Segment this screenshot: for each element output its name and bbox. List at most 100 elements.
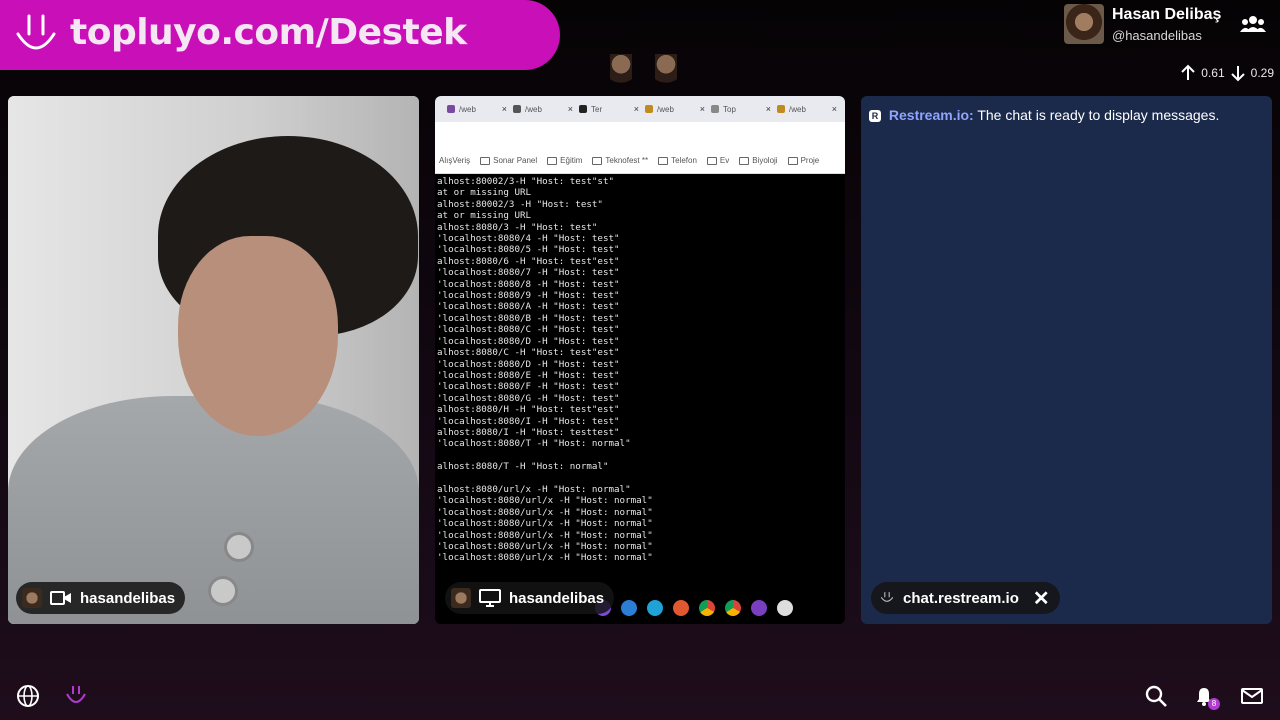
folder-icon <box>592 156 603 165</box>
camera-panel[interactable]: hasandelibas <box>8 96 419 624</box>
folder-icon <box>706 156 717 165</box>
terminal-line: alhost:8080/6 -H "Host: test"est" <box>437 255 620 267</box>
chat-panel[interactable]: R Restream.io: The chat is ready to disp… <box>861 96 1272 624</box>
notification-count: 8 <box>1208 698 1220 710</box>
terminal-line: alhost:8080/3 -H "Host: test" <box>437 221 598 233</box>
terminal-line: 'localhost:8080/D -H "Host: test" <box>437 335 620 347</box>
terminal-line: 'localhost:8080/T -H "Host: normal" <box>437 438 631 450</box>
hoodie-button <box>224 532 254 562</box>
terminal-line: alhost:8080/C -H "Host: test"est" <box>437 347 620 359</box>
terminal-line: alhost:8080/url/x -H "Host: normal" <box>437 483 631 495</box>
download-rate: 0.29 <box>1250 66 1274 80</box>
users-icon[interactable] <box>1240 14 1266 34</box>
browser-tab[interactable]: /web × <box>777 104 837 114</box>
mail-icon[interactable] <box>1240 684 1264 708</box>
brand-banner: topluyo.com/Destek <box>0 0 560 70</box>
bookmark-item[interactable]: Sonar Panel <box>480 156 537 165</box>
profile-name: Hasan Delibaş <box>1112 6 1222 23</box>
folder-icon <box>480 156 491 165</box>
chat-message: R Restream.io: The chat is ready to disp… <box>869 106 1264 124</box>
terminal-line: at or missing URL <box>437 210 532 222</box>
screen-name-tag: hasandelibas <box>445 582 615 614</box>
terminal-line: 'localhost:8080/B -H "Host: test" <box>437 312 620 324</box>
browser-tab[interactable]: /web × <box>447 104 507 114</box>
terminal-line: 'localhost:8080/9 -H "Host: test" <box>437 290 620 302</box>
folder-icon <box>547 156 558 165</box>
terminal-line: 'localhost:8080/url/x -H "Host: normal" <box>437 529 653 541</box>
terminal-line: 'localhost:8080/5 -H "Host: test" <box>437 244 620 256</box>
close-icon[interactable]: ✕ <box>1033 586 1050 611</box>
app-icon[interactable] <box>751 600 767 616</box>
search-icon[interactable] <box>1144 684 1168 708</box>
bookmark-item[interactable]: AlışVeriş <box>439 156 470 165</box>
terminal-line: alhost:80002/3-H "Host: test"st" <box>437 176 615 187</box>
chrome-icon[interactable] <box>725 600 741 616</box>
bookmark-item[interactable]: Proje <box>787 156 819 165</box>
profile-header: Hasan Delibaş @hasandelibas 0.61 0.29 <box>1050 0 1280 90</box>
chat-sender: Restream.io: <box>888 107 974 123</box>
bookmark-item[interactable]: Biyoloji <box>739 156 778 165</box>
banner-url-text: topluyo.com/Destek <box>70 12 467 53</box>
terminal-line: 'localhost:8080/url/x -H "Host: normal" <box>437 541 653 552</box>
terminal-line: 'localhost:8080/C -H "Host: test" <box>437 324 620 336</box>
terminal-line: 'localhost:8080/A -H "Host: test" <box>437 301 620 313</box>
terminal-output: alhost:80002/3-H "Host: test"st" at or mi… <box>435 176 845 576</box>
bookmark-item[interactable]: Eğitim <box>547 156 582 165</box>
folder-icon <box>739 156 750 165</box>
camera-person-face <box>178 236 338 436</box>
network-stats: 0.61 0.29 <box>1179 62 1280 84</box>
terminal-line: 'localhost:8080/D -H "Host: test" <box>437 358 620 370</box>
terminal-line: 'localhost:8080/8 -H "Host: test" <box>437 278 620 290</box>
chat-source-text: chat.restream.io <box>903 589 1019 607</box>
terminal-line: alhost:8080/H -H "Host: test"est" <box>437 404 620 416</box>
terminal-line: 'localhost:8080/4 -H "Host: test" <box>437 233 620 245</box>
camera-name-tag: hasandelibas <box>16 582 186 614</box>
bookmark-item[interactable]: Teknofest ** <box>592 156 648 165</box>
edge-icon[interactable] <box>647 600 663 616</box>
terminal-line: at or missing URL <box>437 187 532 199</box>
browser-tab[interactable]: Top × <box>711 104 771 114</box>
video-camera-icon <box>50 591 71 605</box>
chat-source-tag: chat.restream.io ✕ <box>871 582 1060 614</box>
camera-user-name: hasandelibas <box>80 589 176 607</box>
bookmark-item[interactable]: Ev <box>706 156 729 165</box>
avatar[interactable] <box>1064 4 1104 44</box>
topluyo-logo-icon <box>880 592 894 602</box>
folder-icon <box>658 156 669 165</box>
vscode-icon[interactable] <box>621 600 637 616</box>
screen-user-name: hasandelibas <box>509 589 605 607</box>
terminal-line: 'localhost:8080/url/x -H "Host: normal" <box>437 495 653 507</box>
browser-tab[interactable]: /web × <box>645 104 705 114</box>
terminal-line: 'localhost:8080/url/x -H "Host: normal" <box>437 518 653 530</box>
screen-share-panel[interactable]: /web × /web × Ter × /web × Top × /web × AlışVe… <box>435 96 845 624</box>
chrome-icon[interactable] <box>699 600 715 616</box>
avatar <box>451 588 471 608</box>
upload-rate: 0.61 <box>1201 66 1225 80</box>
app-icon[interactable] <box>777 600 793 616</box>
bookmarks-bar: AlışVeriş Sonar Panel Eğitim Teknofest *… <box>435 148 845 174</box>
terminal-line: 'localhost:8080/I -H "Host: test" <box>437 415 620 427</box>
topluyo-logo-icon[interactable] <box>64 684 88 708</box>
browser-address-bar[interactable] <box>435 122 845 148</box>
taskbar <box>595 596 845 620</box>
browser-tab[interactable]: /web × <box>513 104 573 114</box>
terminal-line: alhost:8080/T -H "Host: normal" <box>437 461 609 473</box>
participant-avatar[interactable] <box>655 54 677 88</box>
bookmark-item[interactable]: Telefon <box>658 156 697 165</box>
brave-icon[interactable] <box>673 600 689 616</box>
terminal-line: 'localhost:8080/G -H "Host: test" <box>437 392 620 404</box>
browser-tab-strip: /web × /web × Ter × /web × Top × /web × <box>435 96 845 122</box>
profile-handle: @hasandelibas <box>1112 28 1202 43</box>
hoodie-button <box>208 576 238 606</box>
terminal-line: alhost:80002/3 -H "Host: test" <box>437 198 603 210</box>
terminal-line: 'localhost:8080/url/x -H "Host: normal" <box>437 506 653 518</box>
notifications-button[interactable]: 8 <box>1192 684 1220 710</box>
browser-tab[interactable]: Ter × <box>579 104 639 114</box>
terminal-line: 'localhost:8080/url/x -H "Host: normal" <box>437 552 653 564</box>
globe-icon[interactable] <box>16 684 40 708</box>
monitor-icon <box>479 589 501 607</box>
avatar <box>22 588 42 608</box>
participant-avatar[interactable] <box>610 54 632 88</box>
